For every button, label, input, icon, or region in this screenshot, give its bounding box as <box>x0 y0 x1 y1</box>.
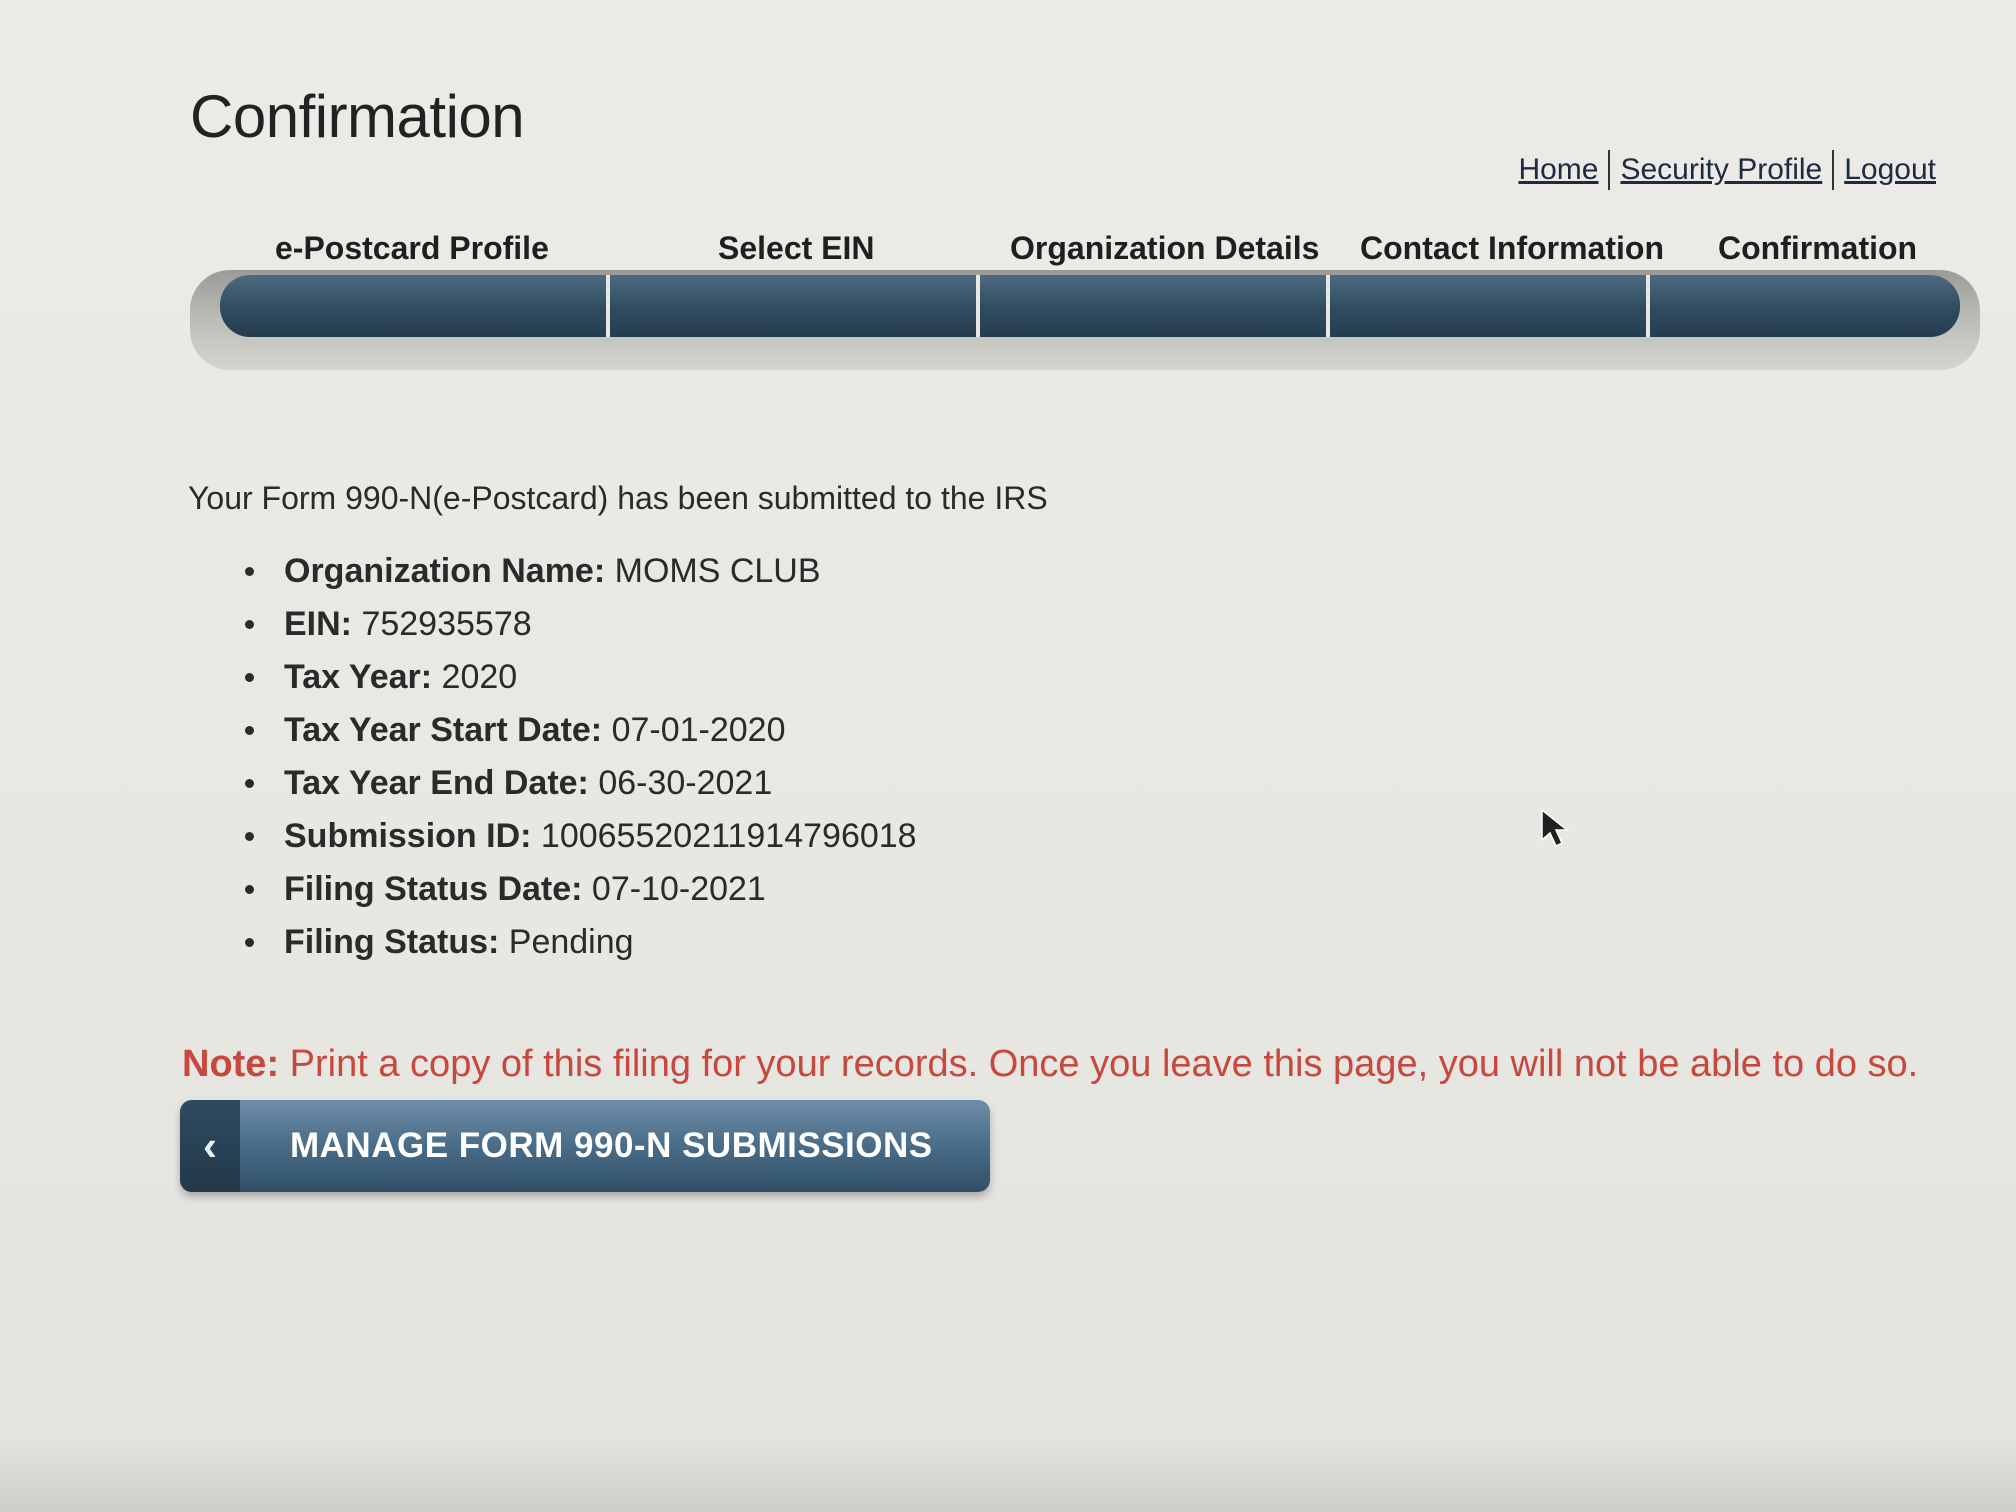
note-label: Note: <box>182 1043 280 1085</box>
step-label-e-postcard-profile: e-Postcard Profile <box>275 230 549 266</box>
progress-segment <box>1650 275 1960 337</box>
field-value: 06-30-2021 <box>598 764 773 802</box>
list-item-tax-year: Tax Year: 2020 <box>240 651 917 704</box>
print-note: Note: Print a copy of this filing for yo… <box>182 1043 1918 1086</box>
field-label: Submission ID: <box>284 817 532 855</box>
field-value: 07-01-2020 <box>611 711 786 749</box>
page-title: Confirmation <box>190 83 525 150</box>
step-label-select-ein: Select EIN <box>718 230 875 266</box>
step-label-contact-information: Contact Information <box>1360 230 1664 266</box>
field-value: 10065520211914796018 <box>540 817 917 855</box>
home-link[interactable]: Home <box>1508 153 1608 187</box>
list-item-organization-name: Organization Name: MOMS CLUB <box>240 545 917 598</box>
chevron-left-icon: ‹ <box>180 1100 240 1192</box>
progress-segment <box>980 275 1330 337</box>
progress-bar <box>220 275 1960 337</box>
field-value: 2020 <box>441 658 518 696</box>
field-label: Filing Status: <box>284 923 500 961</box>
progress-segment <box>220 275 610 337</box>
submission-message: Your Form 990-N(e-Postcard) has been sub… <box>188 480 1048 516</box>
field-label: EIN: <box>284 605 352 643</box>
list-item-ein: EIN: 752935578 <box>240 598 917 651</box>
list-item-tax-year-start-date: Tax Year Start Date: 07-01-2020 <box>240 704 917 757</box>
screen: Confirmation Home Security Profile Logou… <box>0 0 2016 1512</box>
field-label: Tax Year: <box>284 658 433 696</box>
field-value: Pending <box>508 923 634 961</box>
field-value: 07-10-2021 <box>591 870 766 908</box>
manage-submissions-button[interactable]: ‹ MANAGE FORM 990-N SUBMISSIONS <box>180 1100 990 1192</box>
filing-details-list: Organization Name: MOMS CLUB EIN: 752935… <box>240 545 917 969</box>
list-item-tax-year-end-date: Tax Year End Date: 06-30-2021 <box>240 757 917 810</box>
field-label: Filing Status Date: <box>284 870 583 908</box>
bottom-bezel <box>0 1442 2016 1512</box>
progress-segment <box>610 275 980 337</box>
list-item-filing-status-date: Filing Status Date: 07-10-2021 <box>240 863 917 916</box>
field-value: MOMS CLUB <box>614 552 821 590</box>
progress-tracker: e-Postcard Profile Select EIN Organizati… <box>190 230 1980 380</box>
progress-segment <box>1330 275 1650 337</box>
step-label-organization-details: Organization Details <box>1010 230 1320 266</box>
field-label: Tax Year Start Date: <box>284 711 603 749</box>
security-profile-link[interactable]: Security Profile <box>1610 153 1832 187</box>
field-label: Organization Name: <box>284 552 606 590</box>
field-label: Tax Year End Date: <box>284 764 589 802</box>
field-value: 752935578 <box>361 605 532 643</box>
step-label-confirmation: Confirmation <box>1718 230 1918 266</box>
manage-submissions-label: MANAGE FORM 990-N SUBMISSIONS <box>290 1126 933 1165</box>
mouse-cursor-icon <box>1541 808 1570 848</box>
note-text: Print a copy of this filing for your rec… <box>289 1043 1919 1085</box>
top-links: Home Security Profile Logout <box>1508 150 1946 190</box>
logout-link[interactable]: Logout <box>1834 153 1946 187</box>
list-item-submission-id: Submission ID: 10065520211914796018 <box>240 810 917 863</box>
list-item-filing-status: Filing Status: Pending <box>240 916 917 969</box>
